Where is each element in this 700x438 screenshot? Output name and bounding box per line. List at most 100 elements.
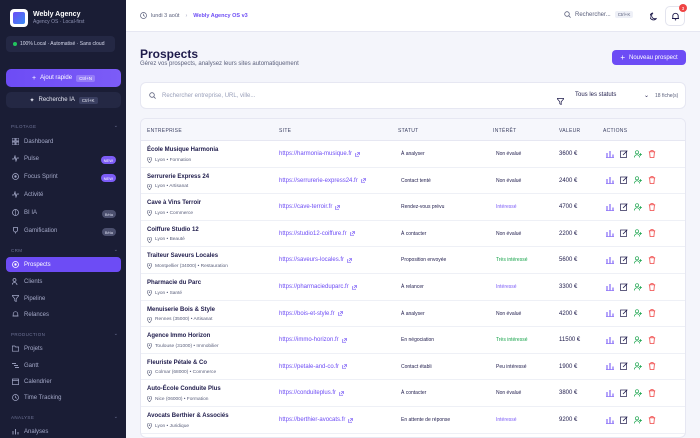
website-link[interactable]: https://serrurerie-express24.fr [279,178,366,184]
column-header-entreprise[interactable]: ENTREPRISE [147,128,182,134]
website-link[interactable]: https://berthier-avocats.fr [279,417,354,423]
analyze-button[interactable] [605,309,614,318]
analyze-button[interactable] [605,388,614,397]
filter-icon[interactable] [556,92,565,110]
edit-button[interactable] [619,282,628,291]
company-name[interactable]: Auto-École Conduite Plus [147,386,221,392]
table-row[interactable]: Fleuriste Pétale & Co Colmar (68000) • Co… [141,354,685,381]
analyze-button[interactable] [605,282,614,291]
analyze-button[interactable] [605,415,614,424]
company-name[interactable]: École Musique Harmonia [147,147,218,153]
column-header-valeur[interactable]: VALEUR [559,128,580,134]
convert-client-button[interactable] [633,255,642,264]
edit-button[interactable] [619,149,628,158]
edit-button[interactable] [619,335,628,344]
delete-button[interactable] [647,362,656,371]
website-link[interactable]: https://petale-and-co.fr [279,364,347,370]
table-row[interactable]: Traiteur Saveurs Locales Montpellier (340… [141,247,685,274]
sidebar-item-dashboard[interactable]: Dashboard [6,134,121,149]
edit-button[interactable] [619,415,628,424]
table-row[interactable]: Serrurerie Express 24 Lyon • Artisanat htt… [141,168,685,195]
table-row[interactable]: Pharmacie du Parc Lyon • Santé https://pha… [141,274,685,301]
delete-button[interactable] [647,229,656,238]
quick-add-button[interactable]: + Ajout rapide Ctrl+N [6,69,121,87]
company-name[interactable]: Coiffure Studio 12 [147,227,199,233]
analyze-button[interactable] [605,335,614,344]
sidebar-item-projets[interactable]: Projets [6,341,121,356]
edit-button[interactable] [619,255,628,264]
delete-button[interactable] [647,388,656,397]
brand[interactable]: Webly Agency Agency OS · Local-first [10,9,84,27]
table-row[interactable]: Cave à Vins Terroir Lyon • Commerce https:… [141,194,685,221]
website-link[interactable]: https://bois-et-style.fr [279,311,343,317]
theme-toggle-icon[interactable] [647,9,661,23]
delete-button[interactable] [647,255,656,264]
edit-button[interactable] [619,362,628,371]
sidebar-item-bi-ia[interactable]: BI IA Bêta [6,205,121,220]
status-filter-select[interactable]: Tous les statuts ⌄ [575,92,649,99]
sidebar-item-relances[interactable]: Relances [6,307,121,322]
convert-client-button[interactable] [633,149,642,158]
convert-client-button[interactable] [633,388,642,397]
convert-client-button[interactable] [633,335,642,344]
column-header-site[interactable]: SITE [279,128,291,134]
table-row[interactable]: Agence Immo Horizon Toulouse (31000) • Im… [141,327,685,354]
delete-button[interactable] [647,415,656,424]
delete-button[interactable] [647,282,656,291]
table-row[interactable]: Auto-École Conduite Plus Nice (06000) • F… [141,380,685,407]
sidebar-item-activite[interactable]: Activité [6,187,121,202]
chevron-down-icon[interactable]: ⌄ [114,247,118,253]
ai-search-button[interactable]: ✦ Recherche IA Ctrl+K [6,92,121,108]
sidebar-item-focus-sprint[interactable]: Focus Sprint NEW [6,169,121,184]
website-link[interactable]: https://cave-terroir.fr [279,204,341,210]
company-name[interactable]: Fleuriste Pétale & Co [147,360,207,366]
delete-button[interactable] [647,309,656,318]
website-link[interactable]: https://immo-horizon.fr [279,337,347,343]
sidebar-item-prospects[interactable]: Prospects [6,257,121,272]
chevron-down-icon[interactable]: ⌄ [114,414,118,420]
company-name[interactable]: Menuiserie Bois & Style [147,307,215,313]
delete-button[interactable] [647,202,656,211]
sidebar-item-time-tracking[interactable]: Time Tracking [6,390,121,405]
company-name[interactable]: Agence Immo Horizon [147,333,210,339]
website-link[interactable]: https://harmonia-musique.fr [279,151,360,157]
edit-button[interactable] [619,229,628,238]
company-name[interactable]: Traiteur Saveurs Locales [147,253,218,259]
edit-button[interactable] [619,388,628,397]
delete-button[interactable] [647,176,656,185]
delete-button[interactable] [647,335,656,344]
analyze-button[interactable] [605,362,614,371]
global-search-button[interactable]: Rechercher... Ctrl+K [564,11,634,18]
edit-button[interactable] [619,309,628,318]
analyze-button[interactable] [605,176,614,185]
edit-button[interactable] [619,202,628,211]
sidebar-item-gamification[interactable]: Gamification Bêta [6,223,121,238]
edit-button[interactable] [619,176,628,185]
convert-client-button[interactable] [633,282,642,291]
delete-button[interactable] [647,149,656,158]
company-name[interactable]: Pharmacie du Parc [147,280,201,286]
sidebar-item-gantt[interactable]: Gantt [6,358,121,373]
table-row[interactable]: École Musique Harmonia Lyon • Formation ht… [141,141,685,168]
convert-client-button[interactable] [633,176,642,185]
sidebar-item-pipeline[interactable]: Pipeline [6,291,121,306]
website-link[interactable]: https://studio12-coiffure.fr [279,231,355,237]
table-row[interactable]: Menuiserie Bois & Style Rennes (35000) • … [141,301,685,328]
new-prospect-button[interactable]: + Nouveau prospect [612,50,686,65]
convert-client-button[interactable] [633,202,642,211]
column-header-interet[interactable]: INTÉRÊT [493,128,517,134]
sidebar-item-clients[interactable]: Clients [6,274,121,289]
breadcrumb-app[interactable]: Webly Agency OS v3 [193,13,247,19]
chevron-down-icon[interactable]: ⌄ [114,331,118,337]
sidebar-item-pulse[interactable]: Pulse NEW [6,151,121,166]
convert-client-button[interactable] [633,309,642,318]
company-name[interactable]: Cave à Vins Terroir [147,200,201,206]
prospect-search-input[interactable]: Rechercher entreprise, URL, ville... [149,92,255,99]
sidebar-item-analyses[interactable]: Analyses [6,424,121,438]
company-name[interactable]: Serrurerie Express 24 [147,174,209,180]
website-link[interactable]: https://conduiteplus.fr [279,390,344,396]
analyze-button[interactable] [605,149,614,158]
convert-client-button[interactable] [633,362,642,371]
convert-client-button[interactable] [633,229,642,238]
convert-client-button[interactable] [633,415,642,424]
